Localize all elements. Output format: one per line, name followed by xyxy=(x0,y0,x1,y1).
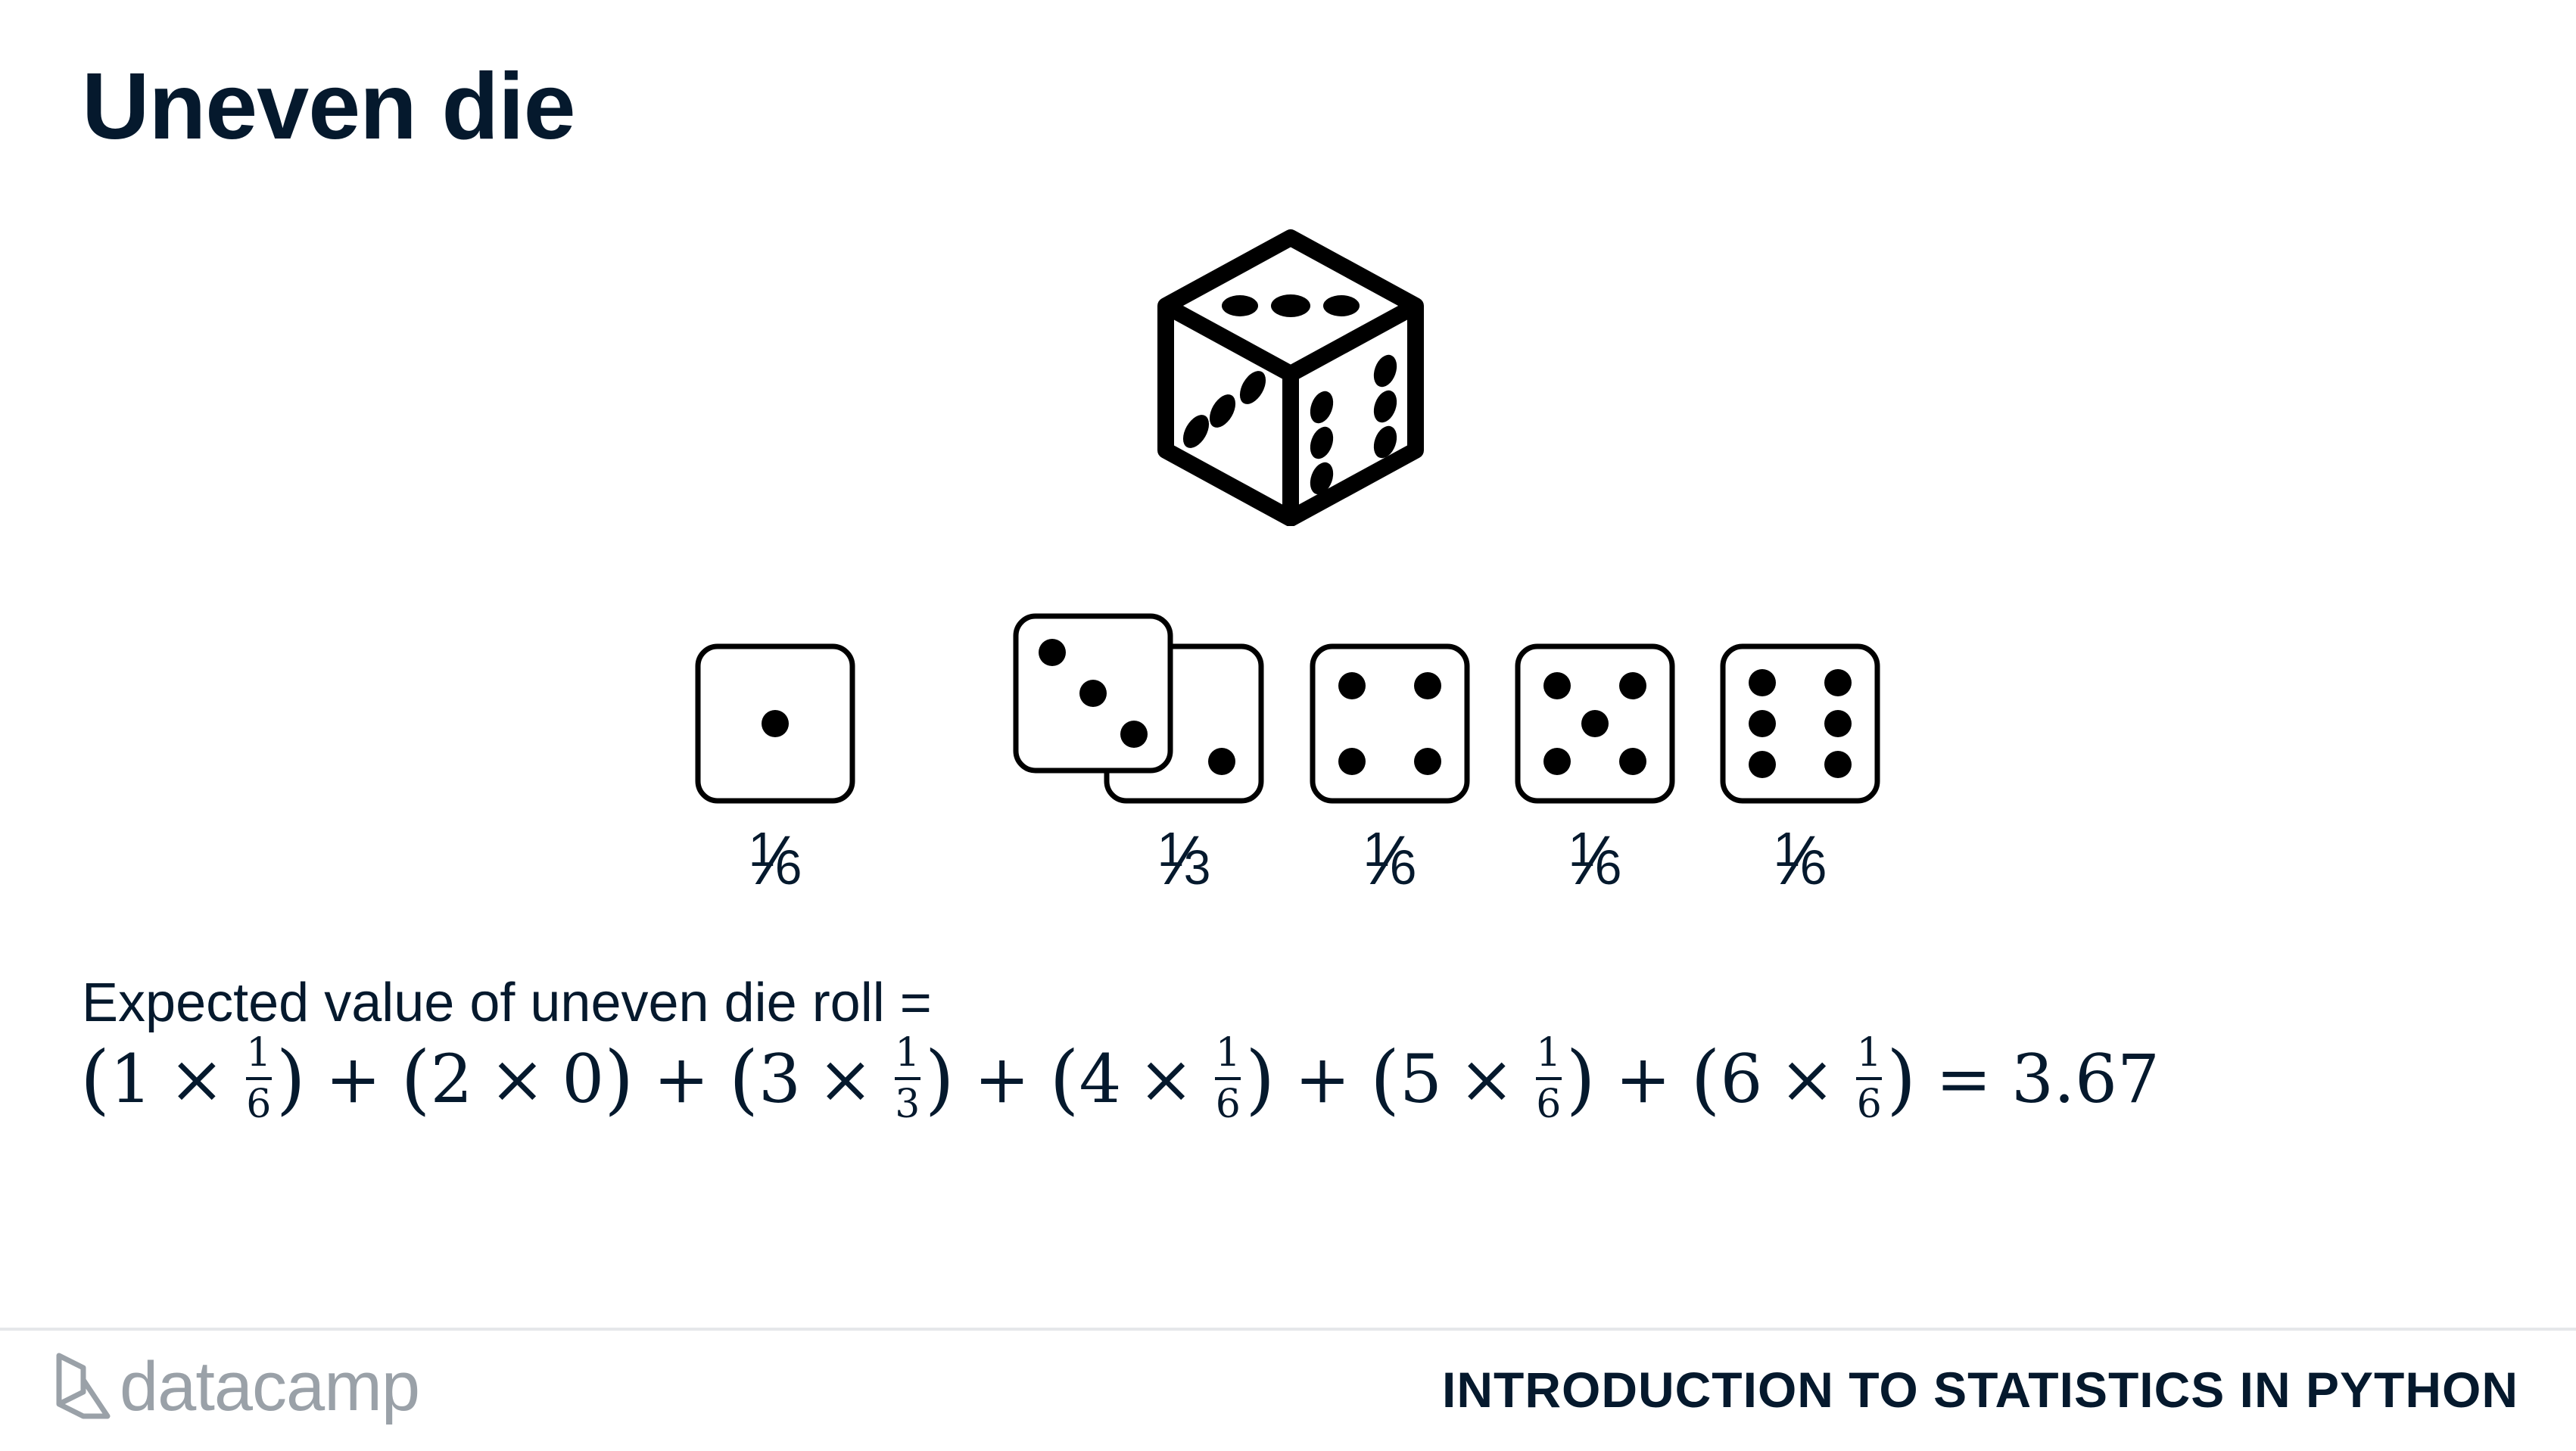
fraction: 16 xyxy=(1535,1030,1562,1127)
prob-label-4: 1⁄6 xyxy=(1363,822,1417,899)
expected-value-label: Expected value of uneven die roll = xyxy=(82,973,932,1033)
fraction: 16 xyxy=(245,1030,272,1127)
expected-value-result: 3.67 xyxy=(2011,1039,2160,1118)
slide-title: Uneven die xyxy=(82,54,576,159)
prob-label-5: 1⁄6 xyxy=(1568,822,1622,899)
footer-divider xyxy=(0,1328,2576,1331)
die-face-3-icon xyxy=(1013,613,1173,774)
brand-name: datacamp xyxy=(120,1348,420,1425)
datacamp-logo-icon xyxy=(56,1353,111,1418)
course-title: INTRODUCTION TO STATISTICS IN PYTHON xyxy=(1442,1362,2518,1418)
prob-label-6: 1⁄6 xyxy=(1773,822,1827,899)
fraction: 16 xyxy=(1856,1030,1883,1127)
die-face-1-icon xyxy=(695,643,855,804)
die-face-4-icon xyxy=(1310,643,1470,804)
die-3d-icon xyxy=(1151,227,1431,527)
prob-label-3: 1⁄3 xyxy=(1157,822,1211,899)
datacamp-logo: datacamp xyxy=(53,1347,420,1427)
fraction: 16 xyxy=(1215,1030,1241,1127)
die-face-6-icon xyxy=(1720,643,1880,804)
prob-label-1: 1⁄6 xyxy=(748,822,802,899)
expected-value-formula: (1 × 1 6) + (2 × 0) + (3 × 1 3) + (4 × 1 6) + (5… xyxy=(80,1030,2160,1127)
fraction: 13 xyxy=(894,1030,920,1127)
die-face-5-icon xyxy=(1515,643,1675,804)
